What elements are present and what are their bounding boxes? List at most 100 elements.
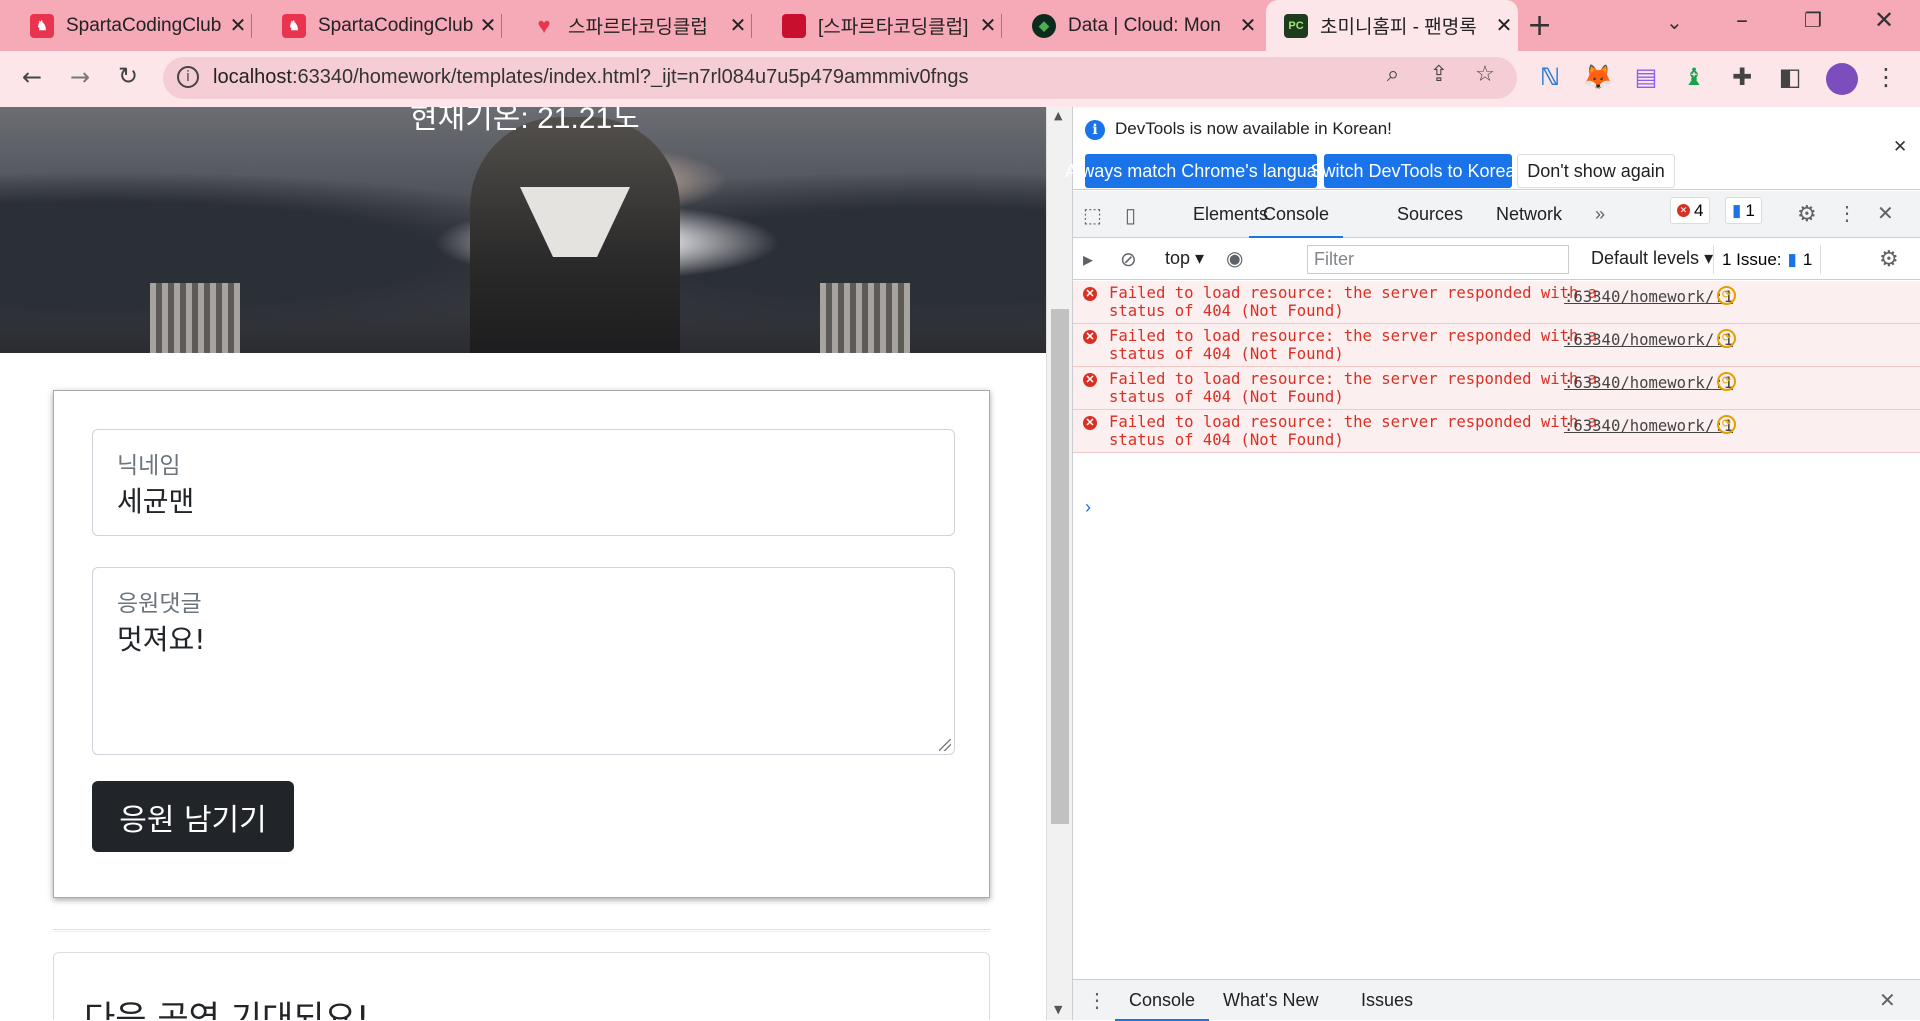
comment-card-text: 다음 공연 기대되요! (84, 999, 370, 1020)
site-info-icon[interactable]: i (177, 66, 199, 88)
bookmark-star-icon[interactable]: ☆ (1467, 62, 1503, 87)
share-icon[interactable]: ⇪ (1421, 62, 1457, 87)
menu-kebab-icon[interactable]: ⋮ (1868, 63, 1904, 91)
error-icon: ✕ (1677, 204, 1690, 217)
tab-console[interactable]: Console (1249, 191, 1344, 238)
address-bar[interactable]: i localhost:63340/homework/templates/ind… (163, 57, 1517, 99)
restore-icon[interactable]: ❐ (1804, 8, 1822, 32)
drawer-menu-icon[interactable]: ⋮ (1087, 988, 1107, 1013)
error-source-link[interactable]: :63340/homework/:1 (1564, 288, 1733, 306)
devtools-panel: i DevTools is now available in Korean! A… (1065, 107, 1920, 1021)
new-tab-button[interactable]: + (1527, 8, 1552, 43)
extension-n-icon[interactable]: ℕ (1532, 63, 1568, 91)
show-sidebar-icon[interactable]: ▸ (1083, 247, 1093, 272)
inspect-element-icon[interactable]: ⬚ (1083, 203, 1102, 228)
page-viewport: 현재기온: 21.21도 닉네임 세균맨 응원댓글 멋져요! 응원 남기기 다음… (0, 107, 1046, 1020)
devtools-menu-icon[interactable]: ⋮ (1837, 201, 1857, 226)
metamask-icon[interactable]: 🦊 (1580, 63, 1616, 91)
sparta-favicon-icon: ♞ (282, 13, 306, 38)
url-text: localhost:63340/homework/templates/index… (213, 66, 969, 88)
tab-search-icon[interactable]: ⌄ (1666, 10, 1683, 34)
nickname-label: 닉네임 (117, 453, 181, 479)
submit-cheer-button[interactable]: 응원 남기기 (92, 781, 294, 852)
network-request-icon[interactable]: ⟳ (1717, 372, 1736, 391)
reload-icon[interactable]: ↻ (110, 62, 146, 90)
browser-tab[interactable]: ◆ Data | Cloud: Mon ✕ (1002, 0, 1262, 51)
console-prompt-icon[interactable]: › (1085, 497, 1091, 518)
close-tab-icon[interactable]: ✕ (1234, 13, 1262, 38)
dont-show-again-button[interactable]: Don't show again (1517, 154, 1675, 188)
close-tab-icon[interactable]: ✕ (474, 13, 502, 38)
browser-tab-active[interactable]: PC 초미니홈피 - 팬명록 ✕ (1266, 0, 1518, 51)
issues-label: 1 Issue: (1722, 249, 1782, 269)
devtools-tabs: ⬚ ▯ Elements Console Sources Network » ✕… (1073, 191, 1920, 238)
more-tabs-icon[interactable]: » (1595, 191, 1605, 238)
browser-tab[interactable]: ♞ SpartaCodingClub ✕ (0, 0, 252, 51)
scrollbar-thumb[interactable] (1051, 309, 1069, 824)
error-source-link[interactable]: :63340/homework/:1 (1564, 331, 1733, 349)
network-request-icon[interactable]: ⟳ (1717, 286, 1736, 305)
console-error-row[interactable]: ✕ Failed to load resource: the server re… (1073, 281, 1920, 324)
resize-handle-icon[interactable] (939, 739, 951, 751)
back-icon[interactable]: ← (14, 63, 50, 91)
error-source-link[interactable]: :63340/homework/:1 (1564, 374, 1733, 392)
issues-counter-button[interactable]: 1 Issue: ▮ 1 (1713, 245, 1822, 274)
error-count-badge[interactable]: ✕ 4 (1670, 197, 1711, 224)
pycharm-favicon-icon: PC (1284, 13, 1308, 38)
close-window-icon[interactable]: ✕ (1874, 6, 1894, 34)
close-tab-icon[interactable]: ✕ (724, 13, 752, 38)
tab-network[interactable]: Network (1496, 191, 1562, 238)
console-error-row[interactable]: ✕ Failed to load resource: the server re… (1073, 324, 1920, 367)
console-filter-input[interactable]: Filter (1307, 245, 1569, 274)
scroll-down-icon[interactable]: ▼ (1054, 1003, 1062, 1016)
mongodb-favicon-icon: ◆ (1032, 13, 1056, 38)
scroll-up-icon[interactable]: ▲ (1054, 109, 1062, 122)
drawer-tab-whats-new[interactable]: What's New (1223, 980, 1318, 1021)
log-levels-dropdown[interactable]: Default levels ▾ (1591, 248, 1713, 269)
info-count-badge[interactable]: ▮ 1 (1725, 197, 1762, 224)
close-tab-icon[interactable]: ✕ (224, 13, 252, 38)
network-request-icon[interactable]: ⟳ (1717, 415, 1736, 434)
close-tab-icon[interactable]: ✕ (974, 13, 1002, 38)
drawer-tab-issues[interactable]: Issues (1361, 980, 1413, 1021)
extension-owl-icon[interactable]: ♝ (1676, 63, 1712, 91)
device-toolbar-icon[interactable]: ▯ (1125, 203, 1136, 228)
console-error-row[interactable]: ✕ Failed to load resource: the server re… (1073, 410, 1920, 453)
page-scrollbar[interactable]: ▲ ▼ (1046, 107, 1072, 1020)
error-source-link[interactable]: :63340/homework/:1 (1564, 417, 1733, 435)
nickname-value[interactable]: 세균맨 (117, 480, 194, 520)
error-message: Failed to load resource: the server resp… (1109, 327, 1598, 363)
console-settings-gear-icon[interactable]: ⚙ (1879, 246, 1899, 272)
profile-avatar[interactable] (1826, 63, 1858, 95)
clear-console-icon[interactable]: ⊘ (1120, 247, 1137, 272)
close-drawer-icon[interactable]: ✕ (1879, 988, 1896, 1013)
switch-to-korean-button[interactable]: Switch DevTools to Korean (1310, 154, 1526, 188)
console-error-row[interactable]: ✕ Failed to load resource: the server re… (1073, 367, 1920, 410)
settings-gear-icon[interactable]: ⚙ (1797, 201, 1817, 227)
extensions-puzzle-icon[interactable]: ✚ (1724, 63, 1760, 91)
nickname-field[interactable]: 닉네임 세균맨 (92, 429, 955, 536)
comment-textarea[interactable]: 응원댓글 멋져요! (92, 567, 955, 755)
browser-tab[interactable]: [스파르타코딩클럽] ✕ (752, 0, 1002, 51)
close-devtools-icon[interactable]: ✕ (1877, 201, 1894, 226)
browser-tab[interactable]: ♥ 스파르타코딩클럽 ✕ (502, 0, 752, 51)
network-request-icon[interactable]: ⟳ (1717, 329, 1736, 348)
extension-list-icon[interactable]: ▤ (1628, 63, 1664, 91)
always-match-language-button[interactable]: Always match Chrome's language (1065, 154, 1337, 188)
side-panel-icon[interactable]: ◧ (1772, 63, 1808, 91)
forward-icon[interactable]: → (62, 63, 98, 91)
error-icon: ✕ (1083, 330, 1097, 344)
drawer-tab-console[interactable]: Console (1115, 980, 1210, 1021)
minimize-icon[interactable]: – (1736, 6, 1748, 34)
live-expression-eye-icon[interactable]: ◉ (1226, 246, 1243, 271)
close-tab-icon[interactable]: ✕ (1490, 13, 1518, 38)
comment-value[interactable]: 멋져요! (117, 618, 206, 658)
browser-tab[interactable]: ♞ SpartaCodingClub ✕ (252, 0, 502, 51)
tab-sources[interactable]: Sources (1397, 191, 1463, 238)
context-selector[interactable]: top ▾ (1165, 248, 1204, 269)
zoom-icon[interactable]: ⌕ (1375, 62, 1411, 87)
devtools-language-infobar: i DevTools is now available in Korean! A… (1065, 107, 1920, 190)
issue-icon: ▮ (1787, 249, 1797, 269)
close-infobar-icon[interactable]: ✕ (1893, 137, 1907, 157)
tab-title: Data | Cloud: Mon (1068, 14, 1221, 36)
